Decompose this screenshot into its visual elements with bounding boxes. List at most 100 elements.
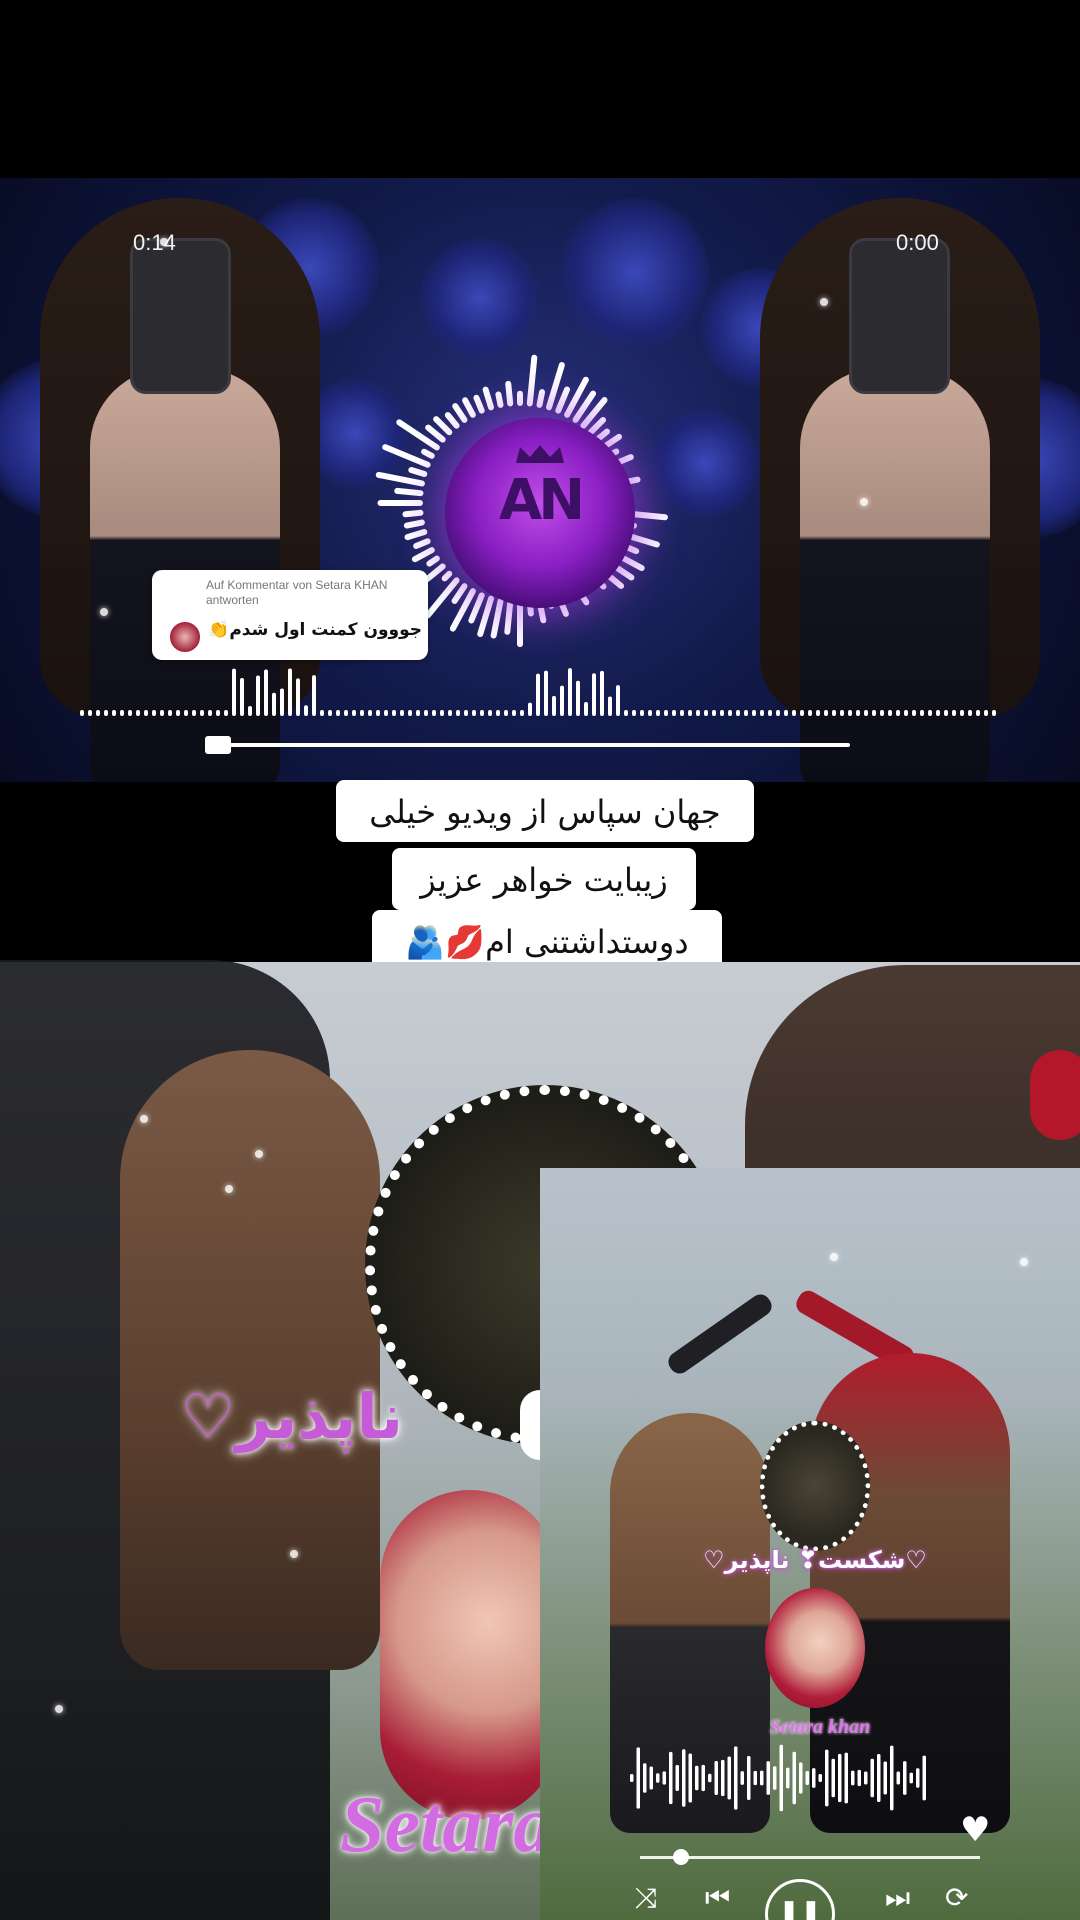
waveform-bar — [600, 670, 604, 716]
visualizer-bar — [411, 547, 435, 563]
inset-waveform-bar — [779, 1744, 783, 1812]
waveform-bar — [248, 705, 252, 716]
video-progress-knob[interactable] — [205, 736, 231, 754]
inset-waveform-bar — [844, 1752, 848, 1804]
waveform-bar — [864, 710, 868, 716]
waveform-bar — [128, 710, 132, 716]
inset-waveform-bar — [753, 1770, 757, 1786]
waveform-bar — [568, 668, 572, 716]
inset-waveform-bar — [864, 1771, 868, 1785]
visualizer-bar — [504, 599, 514, 635]
visualizer-bar — [444, 412, 460, 429]
waveform-bar — [200, 710, 204, 716]
top-video-frame[interactable]: 0:14 0:00 AN — [0, 178, 1080, 782]
waveform-bar — [136, 710, 140, 716]
waveform-bar — [720, 710, 724, 716]
visualizer-bar — [382, 444, 431, 468]
waveform-bar — [824, 710, 828, 716]
inset-waveform-bar — [695, 1765, 699, 1791]
waveform-bar — [352, 710, 356, 716]
sparkle — [55, 1705, 63, 1713]
commenter-avatar[interactable] — [168, 620, 202, 654]
inset-arm-left — [664, 1290, 776, 1378]
heart-icon[interactable]: ♥ — [960, 1813, 990, 1847]
waveform-bar — [776, 710, 780, 716]
inset-profile-photo — [765, 1588, 865, 1708]
visualizer-bar — [403, 519, 425, 529]
waveform-bar — [640, 710, 644, 716]
waveform-bar — [840, 710, 844, 716]
waveform-bar — [712, 710, 716, 716]
waveform-bar — [976, 710, 980, 716]
previous-icon[interactable]: ⏮ — [705, 1883, 730, 1913]
pause-icon[interactable]: ❚❚ — [765, 1879, 835, 1920]
inset-waveform-bar — [669, 1751, 673, 1805]
waveform-bar — [800, 710, 804, 716]
inset-waveform-bar — [909, 1772, 913, 1784]
waveform-bar — [752, 710, 756, 716]
visualizer-bar — [587, 416, 607, 436]
waveform-bar — [960, 710, 964, 716]
inset-waveform-bar — [662, 1771, 666, 1785]
inset-waveform-bar — [857, 1769, 861, 1787]
waveform-bar — [192, 710, 196, 716]
sparkle — [860, 498, 868, 506]
waveform-bar — [680, 710, 684, 716]
waveform-bar — [144, 710, 148, 716]
visualizer-bar — [424, 563, 446, 583]
visualizer-bar — [402, 509, 424, 518]
inset-waveform-bar — [851, 1770, 855, 1786]
inset-waveform-bar — [636, 1747, 640, 1809]
sparkle — [225, 1185, 233, 1193]
visualizer-bar — [468, 592, 485, 624]
waveform-bar — [176, 710, 180, 716]
inset-music-player[interactable]: ♡شکست❣ ناپذیر♡ Setara khan ♥ ⤨ ⏮ ❚❚ ⏭ ⟳ — [540, 1168, 1080, 1920]
waveform-bar — [296, 678, 300, 716]
inset-progress-track[interactable] — [640, 1856, 980, 1859]
visualizer-bar — [462, 397, 476, 418]
visualizer-bar — [433, 416, 453, 436]
waveform-bar — [808, 710, 812, 716]
inset-waveform-bar — [688, 1753, 692, 1803]
waveform-bar — [440, 710, 444, 716]
waveform-bar — [704, 710, 708, 716]
inset-waveform-bar — [734, 1746, 738, 1810]
sparkle — [820, 298, 828, 306]
inset-waveform-bar — [838, 1753, 842, 1803]
visualizer-bar — [424, 577, 460, 619]
waveform-bar — [304, 705, 308, 716]
waveform-bar — [480, 710, 484, 716]
sparkle — [100, 608, 108, 616]
background-title-text: ناپذیر♡ — [180, 1380, 404, 1453]
inset-waveform-bar — [649, 1766, 653, 1790]
visualizer-bar — [413, 538, 431, 550]
waveform-bar — [944, 710, 948, 716]
waveform-bar — [936, 710, 940, 716]
waveform-bar — [88, 710, 92, 716]
logo-text: AN — [498, 468, 585, 533]
waveform-bar — [520, 710, 524, 716]
caption-line-1: جهان سپاس از ویدیو خیلی — [336, 780, 754, 842]
inset-waveform-bar — [896, 1771, 900, 1785]
inset-title-text: ♡شکست❣ ناپذیر♡ — [703, 1546, 927, 1574]
waveform-bar — [648, 710, 652, 716]
shuffle-icon[interactable]: ⤨ — [635, 1883, 657, 1913]
repeat-icon[interactable]: ⟳ — [945, 1883, 968, 1913]
remaining-time: 0:00 — [896, 230, 939, 255]
inset-waveform-bar — [643, 1763, 647, 1793]
video-progress-track[interactable] — [210, 743, 850, 747]
waveform-bar — [344, 710, 348, 716]
visualizer-bar — [526, 354, 538, 407]
waveform-bar — [504, 710, 508, 716]
inset-progress-knob[interactable] — [672, 1849, 689, 1865]
inset-waveform-bar — [675, 1764, 679, 1792]
rose-decoration — [560, 198, 710, 348]
reply-comment-bubble[interactable]: Auf Kommentar von Setara KHAN antworten … — [152, 570, 428, 660]
next-icon[interactable]: ⏭ — [885, 1883, 910, 1913]
inset-waveform-bar — [721, 1759, 725, 1797]
waveform-bar — [552, 695, 556, 716]
waveform-bar — [880, 710, 884, 716]
visualizer-bar — [452, 403, 468, 423]
sparkle — [160, 238, 168, 246]
waveform-bar — [432, 710, 436, 716]
